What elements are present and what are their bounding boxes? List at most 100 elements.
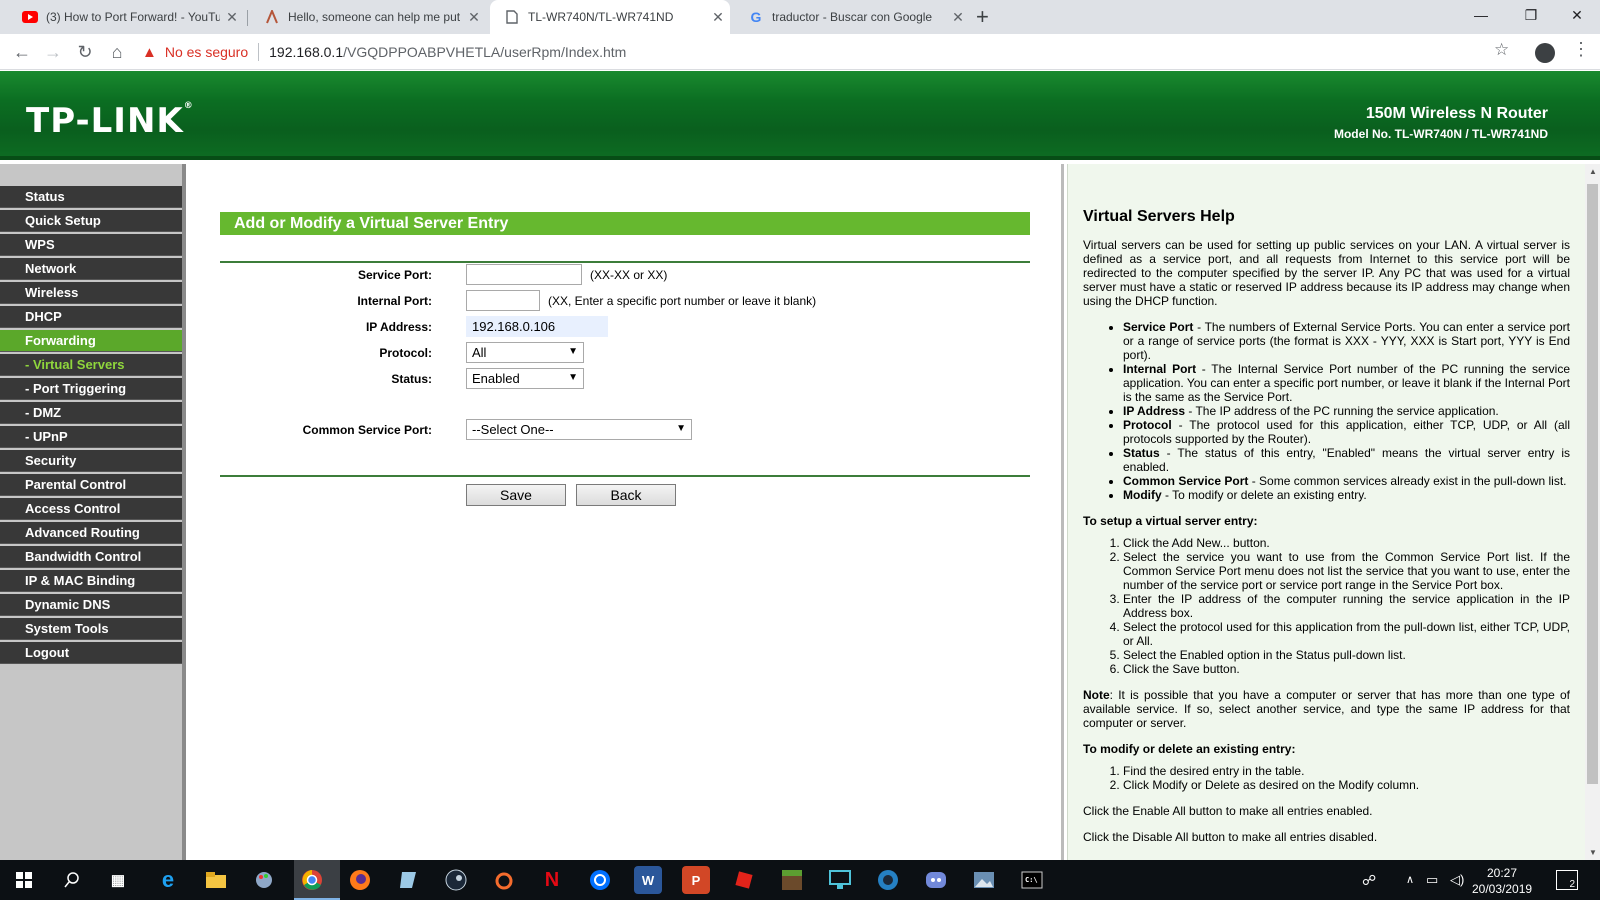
maximize-button[interactable]: ❐: [1508, 0, 1554, 30]
reload-icon[interactable]: ↻: [72, 39, 98, 65]
internal-port-input[interactable]: [466, 290, 540, 311]
notification-center-icon[interactable]: 2: [1556, 870, 1578, 890]
menu-item-network[interactable]: Network: [0, 258, 182, 280]
menu-item-upnp[interactable]: - UPnP: [0, 426, 182, 448]
internal-port-hint: (XX, Enter a specific port number or lea…: [548, 294, 817, 308]
close-tab-icon[interactable]: ✕: [706, 9, 730, 26]
minecraft-icon[interactable]: [778, 866, 806, 894]
people-icon[interactable]: ☍: [1362, 860, 1376, 900]
tplink-logo: TP-LINK®: [26, 101, 194, 141]
menu-item-status[interactable]: Status: [0, 186, 182, 208]
forward-arrow-icon[interactable]: →: [40, 39, 66, 65]
menu-item-security[interactable]: Security: [0, 450, 182, 472]
chrome-icon[interactable]: [298, 866, 326, 894]
status-label: Status:: [391, 372, 432, 386]
menu-item-advanced-routing[interactable]: Advanced Routing: [0, 522, 182, 544]
file-explorer-icon[interactable]: [202, 866, 230, 894]
service-port-row: Service Port: (XX-XX or XX): [220, 264, 1030, 286]
service-port-hint: (XX-XX or XX): [590, 268, 668, 282]
edge-icon[interactable]: e: [154, 866, 182, 894]
menu-item-dmz[interactable]: - DMZ: [0, 402, 182, 424]
scroll-up-icon[interactable]: ▲: [1588, 167, 1598, 176]
menu-item-forwarding[interactable]: Forwarding: [0, 330, 182, 352]
network-icon[interactable]: ▭: [1426, 860, 1438, 900]
roblox-icon[interactable]: [730, 866, 758, 894]
protocol-select[interactable]: All ▼: [466, 342, 584, 363]
profile-avatar[interactable]: [1535, 43, 1555, 63]
home-icon[interactable]: ⌂: [104, 39, 130, 65]
tab-google[interactable]: G traductor - Buscar con Google ✕: [734, 0, 970, 34]
ip-address-input[interactable]: [466, 316, 608, 337]
help-step-item: Enter the IP address of the computer run…: [1123, 592, 1570, 620]
terminal-icon[interactable]: C:\: [1018, 866, 1046, 894]
photos-icon[interactable]: [970, 866, 998, 894]
anthropic-icon: [264, 9, 280, 25]
definition-term: Internal Port: [1123, 362, 1197, 376]
menu-item-system-tools[interactable]: System Tools: [0, 618, 182, 640]
show-hidden-icons-chevron-up-icon[interactable]: ∧: [1406, 860, 1414, 900]
task-view-icon[interactable]: ▦: [104, 866, 132, 894]
help-step-item: Click Modify or Delete as desired on the…: [1123, 778, 1570, 792]
menu-dots-icon[interactable]: ⋮: [1572, 39, 1590, 60]
discord-icon[interactable]: [922, 866, 950, 894]
teamspeak-icon[interactable]: [874, 866, 902, 894]
word-icon[interactable]: W: [634, 866, 662, 894]
menu-divider: [182, 164, 186, 860]
back-button[interactable]: Back: [576, 484, 676, 506]
definition-term: Modify: [1123, 488, 1162, 502]
bookmark-star-icon[interactable]: ☆: [1494, 40, 1509, 60]
new-tab-button[interactable]: +: [976, 4, 989, 30]
uplay-icon[interactable]: [586, 866, 614, 894]
system-clock[interactable]: 20:27 20/03/2019: [1472, 865, 1532, 897]
menu-item-ip-mac-binding[interactable]: IP & MAC Binding: [0, 570, 182, 592]
windows-start-icon[interactable]: [10, 866, 38, 894]
dropdown-arrow-icon: ▼: [676, 423, 686, 434]
back-arrow-icon[interactable]: ←: [9, 39, 35, 65]
tab-youtube[interactable]: (3) How to Port Forward! - YouTu ✕: [8, 0, 244, 34]
service-port-label: Service Port:: [357, 268, 432, 282]
close-tab-icon[interactable]: ✕: [462, 9, 486, 26]
tab-title: traductor - Buscar con Google: [772, 10, 933, 24]
definition-text: - Some common services already exist in …: [1248, 474, 1567, 488]
menu-item-access-control[interactable]: Access Control: [0, 498, 182, 520]
menu-item-quick-setup[interactable]: Quick Setup: [0, 210, 182, 232]
scroll-down-icon[interactable]: ▼: [1588, 848, 1598, 857]
help-scroll-thumb[interactable]: [1587, 184, 1598, 784]
paint-icon[interactable]: [250, 866, 278, 894]
close-window-button[interactable]: ✕: [1554, 0, 1600, 30]
enable-all-text: Click the Enable All button to make all …: [1083, 804, 1373, 818]
help-definition-item: IP Address - The IP address of the PC ru…: [1123, 404, 1570, 418]
definition-text: - The protocol used for this application…: [1123, 418, 1570, 446]
status-select[interactable]: Enabled ▼: [466, 368, 584, 389]
menu-item-virtual-servers[interactable]: - Virtual Servers: [0, 354, 182, 376]
menu-item-parental-control[interactable]: Parental Control: [0, 474, 182, 496]
powerpoint-icon[interactable]: P: [682, 866, 710, 894]
menu-item-dhcp[interactable]: DHCP: [0, 306, 182, 328]
warning-icon: ▲: [142, 43, 157, 61]
minimize-button[interactable]: —: [1458, 0, 1504, 30]
save-button[interactable]: Save: [466, 484, 566, 506]
menu-item-wps[interactable]: WPS: [0, 234, 182, 256]
service-port-input[interactable]: [466, 264, 582, 285]
origin-icon[interactable]: [490, 866, 518, 894]
svg-text:C:\: C:\: [1025, 876, 1038, 884]
netflix-icon[interactable]: N: [538, 866, 566, 894]
common-service-select[interactable]: --Select One-- ▼: [466, 419, 692, 440]
menu-item-dynamic-dns[interactable]: Dynamic DNS: [0, 594, 182, 616]
address-bar[interactable]: ▲ No es seguro 192.168.0.1 /VGQDPPOABPVH…: [142, 38, 1502, 66]
menu-item-wireless[interactable]: Wireless: [0, 282, 182, 304]
steam-icon[interactable]: [442, 866, 470, 894]
menu-item-logout[interactable]: Logout: [0, 642, 182, 664]
volume-icon[interactable]: ◁): [1450, 860, 1464, 900]
firefox-icon[interactable]: [346, 866, 374, 894]
close-tab-icon[interactable]: ✕: [946, 9, 970, 26]
remote-desktop-icon[interactable]: [826, 866, 854, 894]
common-service-label: Common Service Port:: [302, 423, 432, 437]
tab-question[interactable]: Hello, someone can help me put ✕: [250, 0, 486, 34]
notepad-icon[interactable]: [394, 866, 422, 894]
menu-item-port-triggering[interactable]: - Port Triggering: [0, 378, 182, 400]
search-icon[interactable]: [58, 866, 86, 894]
close-tab-icon[interactable]: ✕: [220, 9, 244, 26]
menu-item-bandwidth-control[interactable]: Bandwidth Control: [0, 546, 182, 568]
tab-router[interactable]: TL-WR740N/TL-WR741ND ✕: [490, 0, 730, 34]
